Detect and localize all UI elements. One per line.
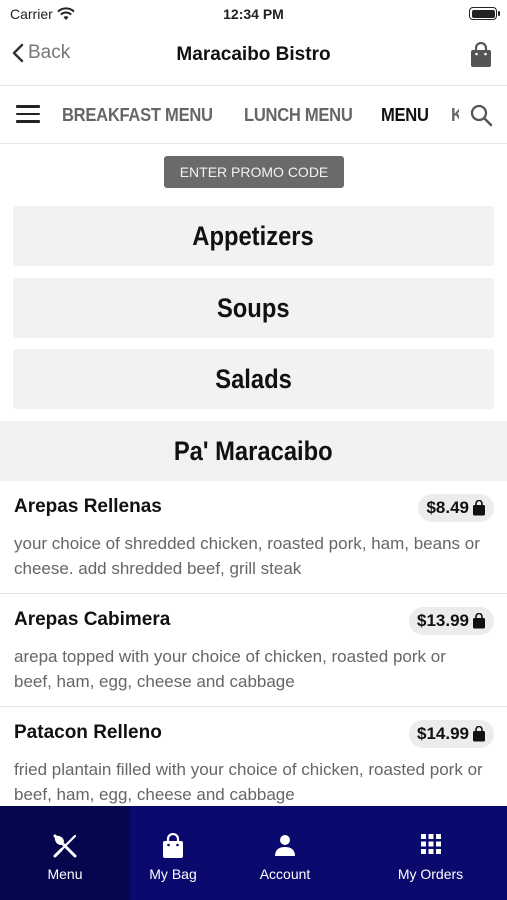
page-title: Maracaibo Bistro	[176, 44, 331, 65]
nav-bar: Back Maracaibo Bistro	[0, 28, 507, 86]
tab-lunch-menu[interactable]: LUNCH MENU	[244, 87, 353, 143]
bottom-tab-my-orders[interactable]: My Orders	[354, 806, 507, 900]
cart-button[interactable]	[469, 41, 493, 73]
item-description: your choice of shredded chicken, roasted…	[14, 534, 480, 578]
item-name: Arepas Cabimera	[14, 609, 171, 630]
bottom-tab-label: My Bag	[149, 866, 197, 882]
menu-tabs: BREAKFAST MENU LUNCH MENU MENU KIDS M	[62, 87, 459, 143]
bottom-tab-label: Menu	[47, 866, 83, 882]
item-description: fried plantain filled with your choice o…	[14, 760, 483, 804]
item-price[interactable]: $14.99	[409, 720, 494, 748]
tab-kids-menu[interactable]: KIDS M	[451, 87, 459, 143]
category-soups[interactable]: Soups	[13, 278, 494, 338]
item-description: arepa topped with your choice of chicken…	[14, 647, 446, 691]
category-label: Soups	[217, 293, 290, 323]
category-salads[interactable]: Salads	[13, 349, 494, 409]
bottom-tab-label: My Orders	[397, 866, 464, 882]
menu-tab-bar: BREAKFAST MENU LUNCH MENU MENU KIDS M	[0, 87, 507, 144]
bag-icon	[471, 41, 491, 67]
section-header: Pa' Maracaibo	[0, 421, 507, 481]
category-label: Appetizers	[192, 221, 315, 251]
price-label: $13.99	[417, 611, 469, 630]
category-appetizers[interactable]: Appetizers	[13, 206, 494, 266]
price-label: $14.99	[417, 724, 469, 743]
menu-item[interactable]: Arepas Rellenas $8.49 your choice of shr…	[0, 481, 507, 594]
search-button[interactable]	[469, 103, 493, 132]
bottom-tab-bar: Menu My Bag Account My Orders	[0, 806, 507, 900]
status-time: 12:34 PM	[223, 6, 284, 22]
promo-code-button[interactable]: ENTER PROMO CODE	[164, 156, 344, 188]
item-name: Patacon Relleno	[14, 722, 162, 743]
hamburger-menu-icon[interactable]	[16, 105, 40, 125]
tab-menu[interactable]: MENU	[381, 87, 429, 143]
bottom-tab-menu[interactable]: Menu	[0, 806, 130, 900]
bag-icon	[473, 726, 485, 742]
item-price[interactable]: $8.49	[418, 494, 494, 522]
grid-icon	[420, 834, 441, 854]
section-title: Pa' Maracaibo	[174, 436, 333, 466]
menu-item[interactable]: Arepas Cabimera $13.99 arepa topped with…	[0, 594, 507, 707]
bag-icon	[473, 613, 485, 629]
bag-icon	[473, 500, 485, 516]
status-bar: Carrier 12:34 PM	[0, 0, 507, 28]
bottom-tab-label: Account	[259, 866, 311, 882]
search-icon	[470, 104, 493, 127]
bag-icon	[163, 833, 183, 858]
battery-icon	[469, 7, 500, 20]
tab-breakfast-menu[interactable]: BREAKFAST MENU	[62, 87, 213, 143]
menu-item[interactable]: Patacon Relleno $14.99 fried plantain fi…	[0, 707, 507, 820]
person-icon	[275, 835, 295, 856]
fork-knife-icon	[53, 834, 77, 858]
bottom-tab-account[interactable]: Account	[216, 806, 354, 900]
bottom-tab-my-bag[interactable]: My Bag	[130, 806, 216, 900]
category-label: Salads	[215, 364, 292, 394]
item-name: Arepas Rellenas	[14, 496, 162, 517]
item-price[interactable]: $13.99	[409, 607, 494, 635]
price-label: $8.49	[426, 498, 469, 517]
